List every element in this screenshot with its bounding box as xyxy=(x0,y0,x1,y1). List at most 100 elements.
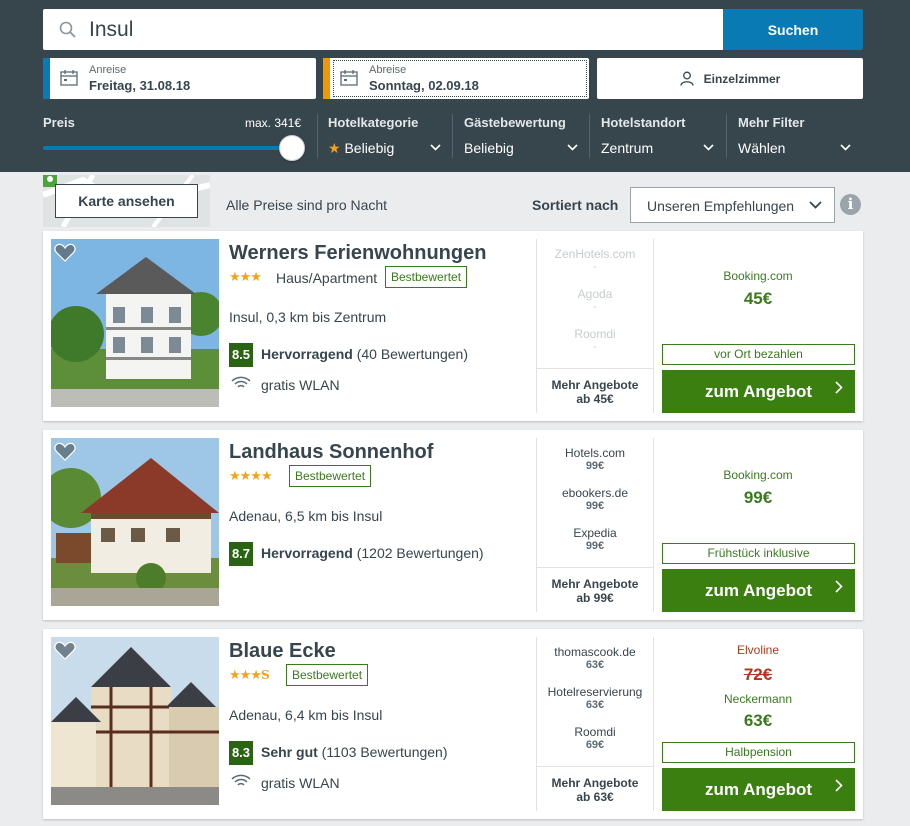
hotel-name[interactable]: Landhaus Sonnenhof xyxy=(229,441,433,464)
arrival-date-field[interactable]: Anreise Freitag, 31.08.18 xyxy=(43,58,316,99)
departure-date-field[interactable]: Abreise Sonntag, 02.09.18 xyxy=(323,58,589,99)
room-type-selector[interactable]: Einzelzimmer xyxy=(597,58,863,99)
column-divider xyxy=(653,239,654,413)
price-filter: Preis xyxy=(43,115,75,130)
hotel-name[interactable]: Blaue Ecke xyxy=(229,640,336,663)
to-offer-label: zum Angebot xyxy=(704,779,813,799)
more-offers-link[interactable]: Mehr Angebote ab 45€ xyxy=(537,368,653,406)
previous-offer-price: 72€ xyxy=(743,665,773,684)
hotel-location-filter[interactable]: Hotelstandort Zentrum xyxy=(601,115,716,156)
arrival-label: Anreise xyxy=(89,64,127,76)
offer-provider: Roomdi xyxy=(574,725,616,739)
hotel-location: Adenau, 6,4 km bis Insul xyxy=(229,707,383,723)
offer-condition-tag: Halbpension xyxy=(662,742,855,763)
rating-count: (1103 Bewertungen) xyxy=(321,744,448,760)
more-offers-link[interactable]: Mehr Angebote ab 63€ xyxy=(537,766,653,804)
price-max-value: max. 341€ xyxy=(245,116,302,130)
info-icon[interactable]: i xyxy=(840,194,861,215)
more-offers-link[interactable]: Mehr Angebote ab 99€ xyxy=(537,567,653,605)
offer-provider: Roomdi xyxy=(574,327,616,341)
view-map-button[interactable]: Karte ansehen xyxy=(55,184,198,218)
offer-provider: ebookers.de xyxy=(561,486,629,500)
offer-provider: Hotels.com xyxy=(564,446,626,460)
heart-icon[interactable] xyxy=(54,442,76,462)
room-type-label: Einzelzimmer xyxy=(703,71,781,86)
more-offers-price: ab 45€ xyxy=(576,392,614,406)
more-offers-label: Mehr Angebote xyxy=(551,577,639,591)
other-offer[interactable]: Roomdi - xyxy=(537,327,653,353)
guest-rating-value: Beliebig xyxy=(464,140,514,156)
offer-condition-tag: Frühstück inklusive xyxy=(662,543,855,564)
hotel-image[interactable] xyxy=(51,637,219,805)
rating-text: Hervorragend (1202 Bewertungen) xyxy=(261,545,484,561)
other-offer[interactable]: Agoda - xyxy=(537,287,653,313)
offer-provider: thomascook.de xyxy=(554,645,636,659)
hotel-card[interactable]: Landhaus Sonnenhof ★★★★ Bestbewertet Ade… xyxy=(43,430,863,620)
more-filters-value: Wählen xyxy=(738,140,786,156)
hotel-location: Adenau, 6,5 km bis Insul xyxy=(229,508,383,524)
wifi-icon xyxy=(231,774,251,786)
bestbewertet-badge: Bestbewertet xyxy=(286,664,369,686)
other-offer[interactable]: ZenHotels.com - xyxy=(537,247,653,273)
price-slider-handle[interactable] xyxy=(279,135,305,161)
rating-text: Sehr gut (1103 Bewertungen) xyxy=(261,744,448,760)
to-offer-button[interactable]: zum Angebot xyxy=(662,768,855,811)
hotel-category-filter[interactable]: Hotelkategorie ★ Beliebig xyxy=(328,115,443,156)
search-box[interactable] xyxy=(43,9,723,50)
sort-select[interactable]: Unseren Empfehlungen xyxy=(630,187,835,223)
other-offer[interactable]: Hotels.com 99€ xyxy=(537,446,653,472)
more-filters[interactable]: Mehr Filter Wählen xyxy=(738,115,853,156)
price-slider-track[interactable] xyxy=(43,146,293,150)
hotel-card[interactable]: Werners Ferienwohnungen ★★★ Haus/Apartme… xyxy=(43,231,863,421)
to-offer-button[interactable]: zum Angebot xyxy=(662,370,855,413)
hotel-image[interactable] xyxy=(51,239,219,407)
other-offer[interactable]: Roomdi 69€ xyxy=(537,725,653,751)
other-offer[interactable]: ebookers.de 99€ xyxy=(537,486,653,512)
filter-divider xyxy=(452,114,453,158)
hotel-location-label: Hotelstandort xyxy=(601,115,686,130)
rating-score: 8.7 xyxy=(229,542,253,566)
rating-count: (1202 Bewertungen) xyxy=(356,545,484,561)
other-offer[interactable]: thomascook.de 63€ xyxy=(537,645,653,671)
other-offer[interactable]: Hotelreservierung 63€ xyxy=(537,685,653,711)
search-button[interactable]: Suchen xyxy=(723,9,863,50)
offer-condition-tag: vor Ort bezahlen xyxy=(662,344,855,365)
chevron-right-icon xyxy=(835,580,843,593)
best-offer-price: 63€ xyxy=(743,711,773,730)
hotel-type: Haus/Apartment xyxy=(276,270,378,286)
to-offer-button[interactable]: zum Angebot xyxy=(662,569,855,612)
to-offer-label: zum Angebot xyxy=(704,381,813,401)
offer-provider: Hotelreservierung xyxy=(547,685,643,699)
guest-rating-filter[interactable]: Gästebewertung Beliebig xyxy=(464,115,579,156)
chevron-right-icon xyxy=(835,381,843,394)
heart-icon[interactable] xyxy=(54,641,76,661)
hotel-category-label: Hotelkategorie xyxy=(328,115,419,130)
rating-score: 8.3 xyxy=(229,741,253,765)
hotel-image[interactable] xyxy=(51,438,219,606)
chevron-down-icon xyxy=(809,201,822,209)
other-offer[interactable]: Expedia 99€ xyxy=(537,526,653,552)
rating-count: (40 Bewertungen) xyxy=(356,346,468,362)
hotel-stars: ★★★ xyxy=(229,269,262,284)
previous-offer-provider: Elvoline xyxy=(736,643,780,657)
offer-price: - xyxy=(593,261,597,273)
rating-score: 8.5 xyxy=(229,343,253,367)
amenity-wifi: gratis WLAN xyxy=(261,775,340,791)
bestbewertet-badge: Bestbewertet xyxy=(289,465,372,487)
hotel-card[interactable]: Blaue Ecke ★★★S Bestbewertet Adenau, 6,4… xyxy=(43,629,863,819)
header-bar: Suchen Anreise Freitag, 31.08.18 Abreise… xyxy=(0,0,910,172)
offer-price: 99€ xyxy=(585,540,605,552)
heart-icon[interactable] xyxy=(54,243,76,263)
guest-rating-label: Gästebewertung xyxy=(464,115,566,130)
superior-mark: S xyxy=(260,668,270,682)
offer-price: 99€ xyxy=(585,460,605,472)
offer-provider: Expedia xyxy=(573,526,617,540)
star-icon: ★ xyxy=(328,140,341,156)
search-input[interactable] xyxy=(89,15,689,45)
hotel-stars: ★★★S xyxy=(229,667,270,683)
sort-label: Sortiert nach xyxy=(532,197,619,213)
hotel-name[interactable]: Werners Ferienwohnungen xyxy=(229,242,486,265)
calendar-icon xyxy=(60,70,78,86)
best-offer-price: 45€ xyxy=(743,289,773,308)
amenity-wifi: gratis WLAN xyxy=(261,377,340,393)
